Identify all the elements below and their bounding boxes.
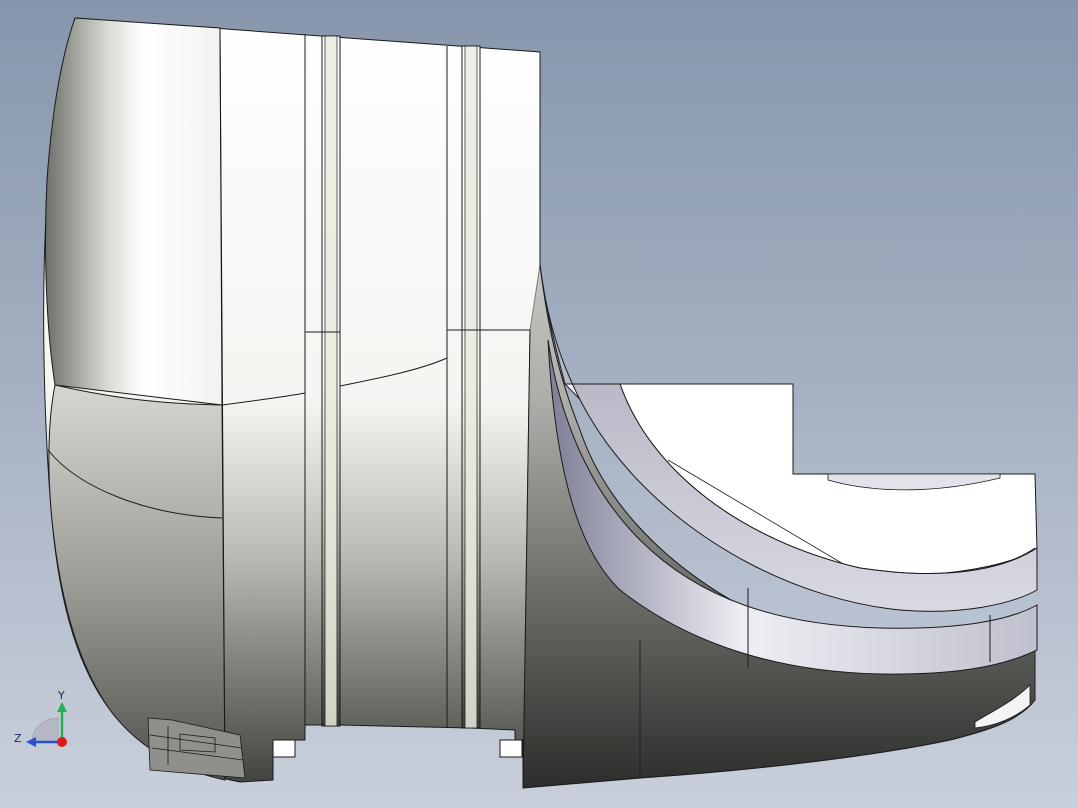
left-rounded-face (45, 17, 223, 406)
y-axis-arrow-icon (57, 702, 67, 712)
z-axis-arrow-icon (26, 737, 36, 747)
x-axis-point-icon (57, 737, 67, 747)
3d-model-view[interactable] (0, 0, 1078, 808)
cad-viewport[interactable]: Y Z (0, 0, 1078, 808)
z-axis-label: Z (14, 732, 22, 745)
y-axis-label: Y (58, 689, 65, 702)
notch-left (272, 739, 296, 758)
notch-right (499, 739, 523, 758)
groove-left-inner (324, 35, 338, 727)
groove-right-inner (464, 45, 478, 729)
